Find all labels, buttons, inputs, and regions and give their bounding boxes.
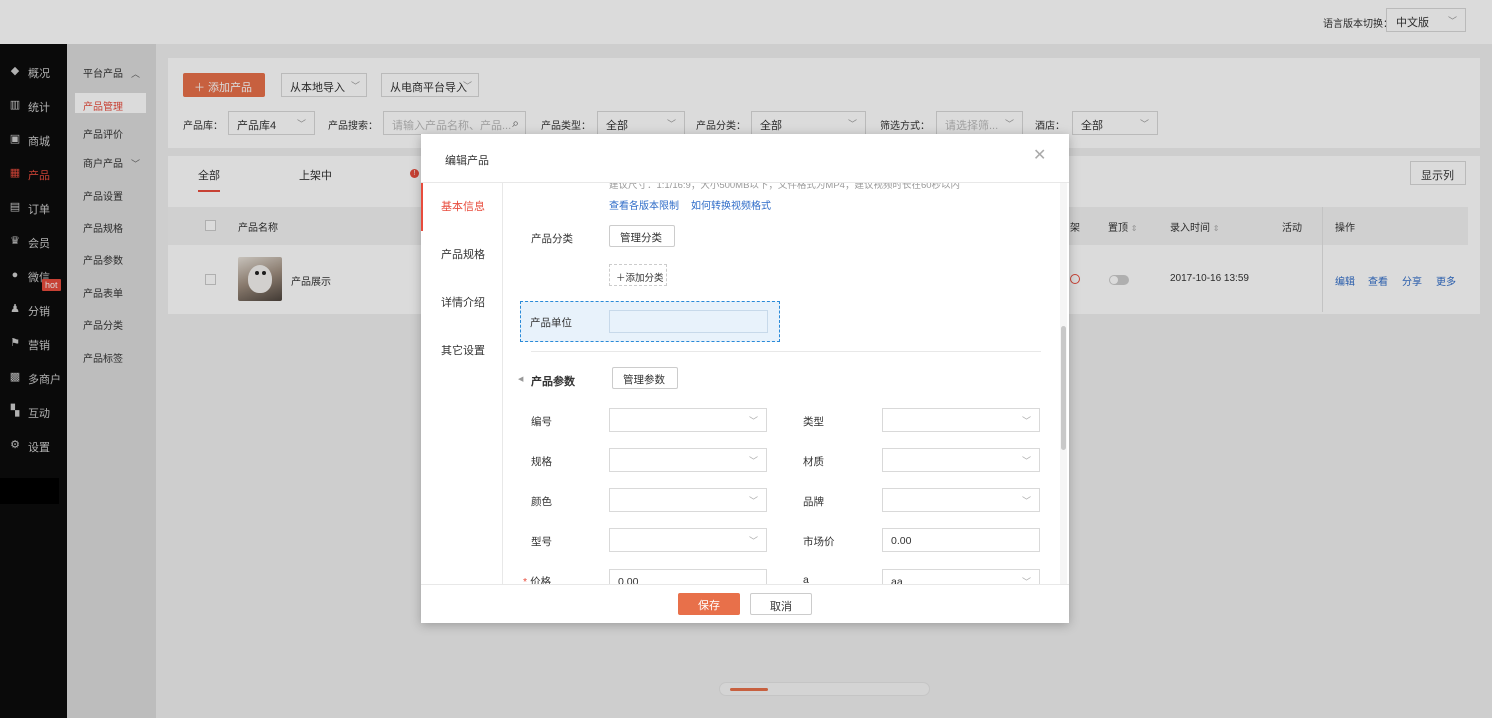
unit-input[interactable] xyxy=(609,310,768,333)
spec-select[interactable]: ﹀ xyxy=(609,448,767,472)
brand-select[interactable]: ﹀ xyxy=(882,488,1040,512)
chevron-down-icon: ﹀ xyxy=(748,536,758,546)
convert-video-link[interactable]: 如何转换视频格式 xyxy=(691,197,771,212)
model-select[interactable]: ﹀ xyxy=(609,528,767,552)
required-star: * xyxy=(523,576,528,584)
params-section-title: 产品参数 xyxy=(531,376,575,388)
price-label-text: 价格 xyxy=(530,576,552,584)
color-select[interactable]: ﹀ xyxy=(609,488,767,512)
field-label-type: 类型 xyxy=(803,416,824,428)
field-label-material: 材质 xyxy=(803,456,824,468)
a-select[interactable]: aa ﹀ xyxy=(882,569,1040,584)
video-hint: 建议尺寸：1:1/16:9；大小500MB以下；文件格式为MP4；建议视频时长在… xyxy=(609,183,961,191)
dialog-title: 编辑产品 xyxy=(445,155,489,167)
field-label-code: 编号 xyxy=(531,416,552,428)
market-price-input[interactable]: 0.00 xyxy=(882,528,1040,552)
chevron-down-icon: ﹀ xyxy=(1021,577,1031,584)
tab-basic-info[interactable]: 基本信息 xyxy=(421,183,503,231)
field-label-a: a xyxy=(803,574,809,584)
chevron-down-icon: ﹀ xyxy=(1021,456,1031,466)
field-label-spec: 规格 xyxy=(531,456,552,468)
divider xyxy=(531,351,1041,352)
chevron-down-icon: ﹀ xyxy=(748,416,758,426)
tab-details[interactable]: 详情介绍 xyxy=(421,279,503,327)
caret-icon[interactable]: ◀ xyxy=(518,375,523,383)
dialog-tabs: 基本信息 产品规格 详情介绍 其它设置 xyxy=(421,183,503,584)
field-label-market-price: 市场价 xyxy=(803,536,835,548)
cancel-button[interactable]: 取消 xyxy=(750,593,812,615)
chevron-down-icon: ﹀ xyxy=(1021,496,1031,506)
vertical-scrollbar-thumb[interactable] xyxy=(1061,326,1066,450)
footer-divider xyxy=(421,584,1069,585)
manage-category-button[interactable]: 管理分类 xyxy=(609,225,675,247)
category-label: 产品分类 xyxy=(531,233,573,245)
code-select[interactable]: ﹀ xyxy=(609,408,767,432)
material-select[interactable]: ﹀ xyxy=(882,448,1040,472)
chevron-down-icon: ﹀ xyxy=(748,496,758,506)
version-limits-link[interactable]: 查看各版本限制 xyxy=(609,197,679,212)
manage-params-button[interactable]: 管理参数 xyxy=(612,367,678,389)
field-label-model: 型号 xyxy=(531,536,552,548)
close-icon[interactable]: ✕ xyxy=(1033,148,1046,164)
edit-product-dialog: 编辑产品 ✕ 基本信息 产品规格 详情介绍 其它设置 建议尺寸：1:1/16:9… xyxy=(421,134,1069,623)
tab-specs[interactable]: 产品规格 xyxy=(421,231,503,279)
price-input[interactable]: 0.00 xyxy=(609,569,767,584)
price-value: 0.00 xyxy=(618,576,639,584)
field-label-price: * 价格 xyxy=(523,574,551,584)
save-button[interactable]: 保存 xyxy=(678,593,740,615)
chevron-down-icon: ﹀ xyxy=(1021,416,1031,426)
product-unit-row: 产品单位 xyxy=(520,301,780,342)
add-category-button[interactable]: ＋添加分类 xyxy=(609,264,667,286)
dialog-body: 建议尺寸：1:1/16:9；大小500MB以下；文件格式为MP4；建议视频时长在… xyxy=(503,183,1059,584)
field-label-color: 颜色 xyxy=(531,496,552,508)
chevron-down-icon: ﹀ xyxy=(748,456,758,466)
unit-label: 产品单位 xyxy=(530,317,572,329)
field-label-brand: 品牌 xyxy=(803,496,824,508)
market-price-value: 0.00 xyxy=(891,535,912,547)
tab-other-settings[interactable]: 其它设置 xyxy=(421,327,503,375)
type-select[interactable]: ﹀ xyxy=(882,408,1040,432)
a-value: aa xyxy=(891,576,903,584)
